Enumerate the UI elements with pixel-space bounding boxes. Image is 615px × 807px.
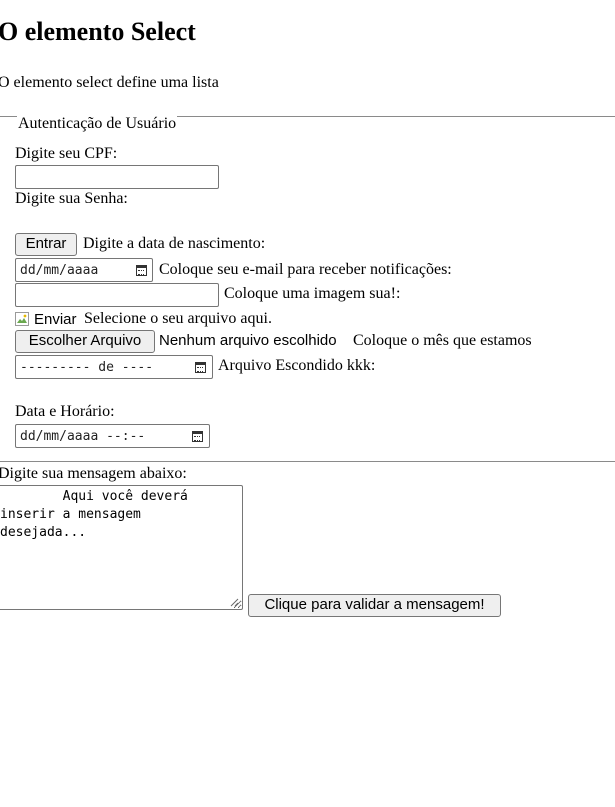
- validate-message-button[interactable]: Clique para validar a mensagem!: [248, 594, 501, 617]
- month-placeholder: --------- de ----: [20, 360, 154, 375]
- datetime-placeholder: dd/mm/aaaa --:--: [20, 429, 146, 444]
- cpf-input[interactable]: [15, 165, 219, 189]
- choose-file-button[interactable]: Escolher Arquivo: [15, 330, 155, 353]
- image-submit-alt[interactable]: Enviar: [34, 312, 77, 327]
- hidden-label: Arquivo Escondido kkk:: [218, 357, 376, 374]
- month-input[interactable]: --------- de ----: [15, 355, 213, 379]
- month-label: Coloque o mês que estamos: [353, 332, 532, 349]
- auth-legend: Autenticação de Usuário: [17, 115, 178, 132]
- birthdate-label: Digite a data de nascimento:: [83, 235, 266, 252]
- datetime-label: Data e Horário:: [15, 403, 115, 420]
- calendar-icon[interactable]: [195, 362, 206, 373]
- file-label: Selecione o seu arquivo aqui.: [84, 310, 272, 327]
- page-title: O elemento Select: [0, 17, 196, 46]
- file-status: Nenhum arquivo escolhido: [159, 332, 337, 349]
- intro-text: O elemento select define uma lista: [0, 74, 219, 91]
- calendar-icon[interactable]: [192, 431, 203, 442]
- birthdate-placeholder: dd/mm/aaaa: [20, 263, 99, 278]
- birthdate-input[interactable]: dd/mm/aaaa: [15, 258, 153, 282]
- message-textarea[interactable]: Aqui você deverá inserir a mensagem dese…: [0, 485, 243, 610]
- password-label: Digite sua Senha:: [15, 190, 128, 207]
- cpf-label: Digite seu CPF:: [15, 145, 118, 162]
- datetime-input[interactable]: dd/mm/aaaa --:--: [15, 424, 210, 448]
- email-label: Coloque seu e-mail para receber notifica…: [159, 261, 452, 278]
- message-label: Digite sua mensagem abaixo:: [0, 465, 187, 482]
- calendar-icon[interactable]: [136, 265, 147, 276]
- email-input[interactable]: [15, 283, 219, 307]
- broken-image-icon[interactable]: [15, 312, 29, 326]
- resize-grip-icon[interactable]: [229, 597, 239, 607]
- submit-button[interactable]: Entrar: [15, 233, 77, 256]
- image-label: Coloque uma imagem sua!:: [224, 285, 401, 302]
